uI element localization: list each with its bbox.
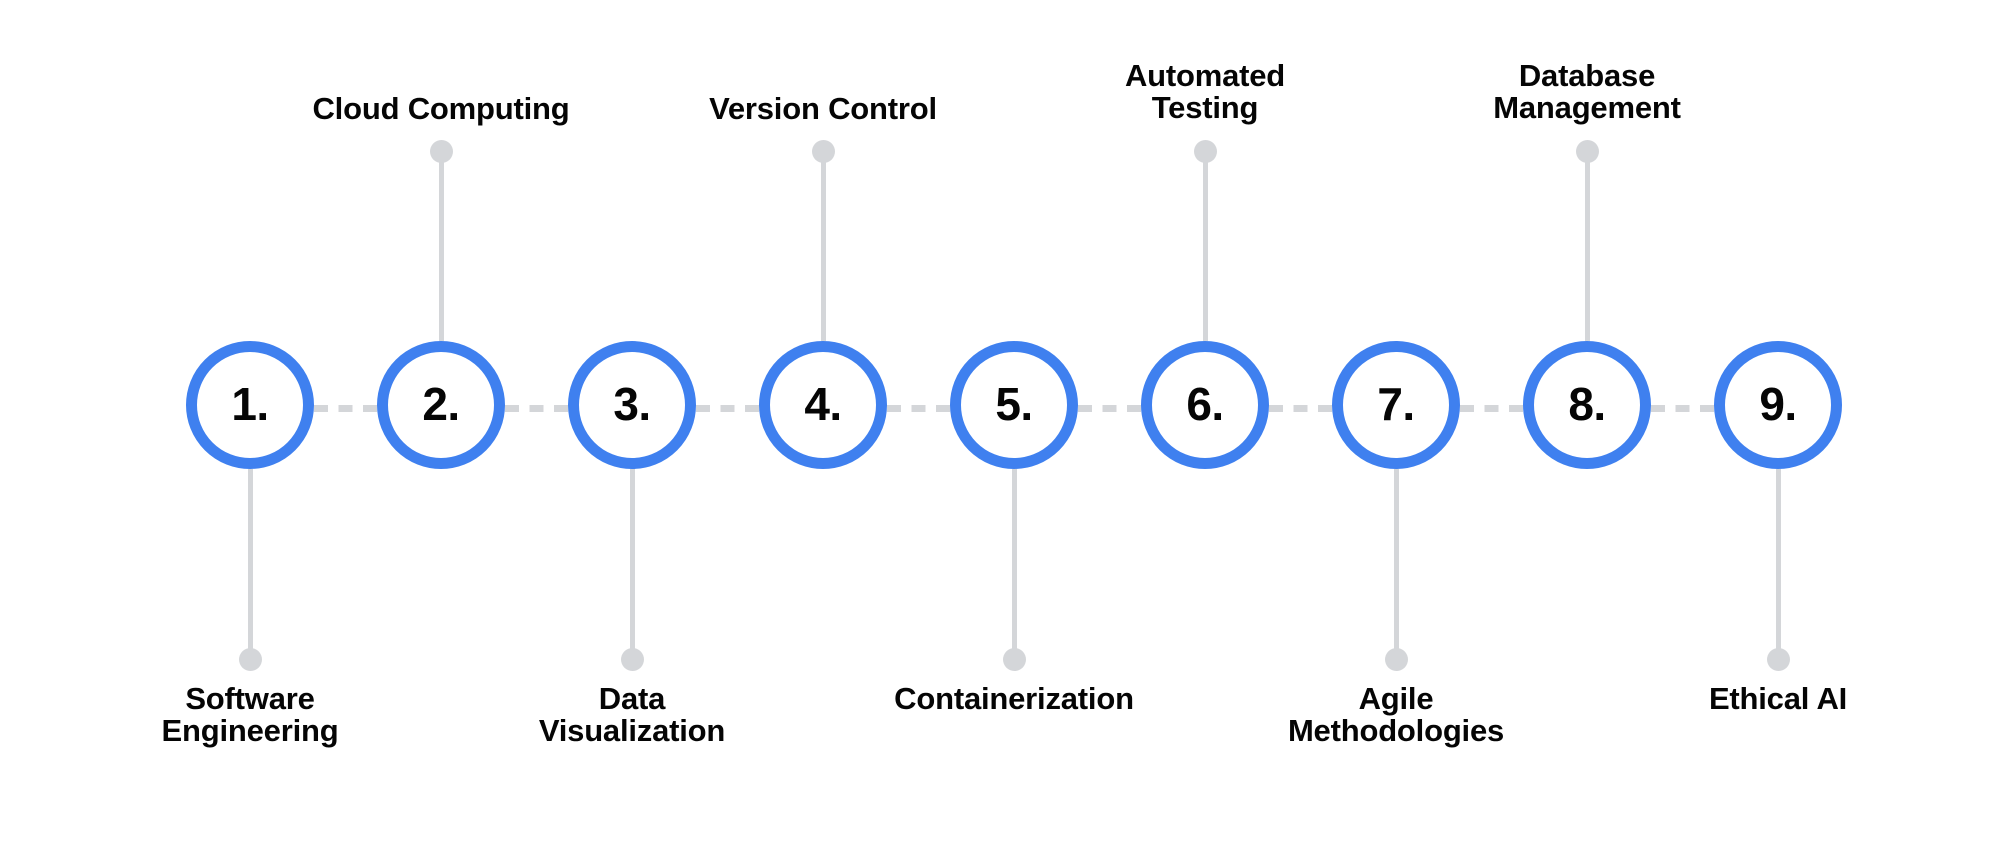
- step-node-4[interactable]: 4.: [759, 341, 887, 469]
- step-number-1: 1.: [231, 378, 269, 430]
- stem-line-8: [1584, 151, 1590, 341]
- step-node-9[interactable]: 9.: [1714, 341, 1842, 469]
- stem-dot-9: [1766, 647, 1790, 671]
- stem-line-6: [1202, 151, 1208, 341]
- step-node-5[interactable]: 5.: [950, 341, 1078, 469]
- step-label-9: Ethical AI: [1708, 680, 1848, 716]
- stem-line-9: [1775, 469, 1781, 659]
- connector-line: [887, 405, 950, 412]
- step-node-1[interactable]: 1.: [186, 341, 314, 469]
- connector-line: [1078, 405, 1141, 412]
- step-number-7: 7.: [1377, 378, 1415, 430]
- timeline-infographic: 1. Software Engineering 2. Cloud Computing 3…: [0, 0, 2000, 848]
- stem-line-1: [247, 469, 253, 659]
- step-label-8: Database Management: [1493, 57, 1681, 126]
- stem-line-5: [1011, 469, 1017, 659]
- step-number-3: 3.: [613, 378, 651, 430]
- step-node-7[interactable]: 7.: [1332, 341, 1460, 469]
- connector-line: [696, 405, 759, 412]
- stem-dot-3: [620, 647, 644, 671]
- stem-dot-2: [429, 139, 453, 163]
- step-node-6[interactable]: 6.: [1141, 341, 1269, 469]
- stem-dot-7: [1384, 647, 1408, 671]
- stem-dot-4: [811, 139, 835, 163]
- step-label-5: Containerization: [894, 680, 1134, 716]
- step-number-5: 5.: [995, 378, 1033, 430]
- step-node-8[interactable]: 8.: [1523, 341, 1651, 469]
- connector-line: [1269, 405, 1332, 412]
- stem-line-3: [629, 469, 635, 659]
- step-label-2: Cloud Computing: [312, 90, 570, 126]
- connector-line: [505, 405, 568, 412]
- step-number-9: 9.: [1759, 378, 1797, 430]
- step-label-7: Agile Methodologies: [1287, 680, 1505, 749]
- stem-line-4: [820, 151, 826, 341]
- connector-line: [1460, 405, 1523, 412]
- step-label-4: Version Control: [709, 90, 937, 126]
- stem-dot-8: [1575, 139, 1599, 163]
- step-number-2: 2.: [422, 378, 460, 430]
- step-node-3[interactable]: 3.: [568, 341, 696, 469]
- step-number-6: 6.: [1186, 378, 1224, 430]
- connector-line: [1651, 405, 1714, 412]
- stem-dot-5: [1002, 647, 1026, 671]
- step-label-6: Automated Testing: [1124, 57, 1286, 126]
- stem-line-7: [1393, 469, 1399, 659]
- step-node-2[interactable]: 2.: [377, 341, 505, 469]
- step-label-3: Data Visualization: [538, 680, 726, 749]
- step-label-1: Software Engineering: [161, 680, 339, 749]
- stem-dot-1: [238, 647, 262, 671]
- step-number-8: 8.: [1568, 378, 1606, 430]
- step-number-4: 4.: [804, 378, 842, 430]
- connector-line: [314, 405, 377, 412]
- stem-dot-6: [1193, 139, 1217, 163]
- stem-line-2: [438, 151, 444, 341]
